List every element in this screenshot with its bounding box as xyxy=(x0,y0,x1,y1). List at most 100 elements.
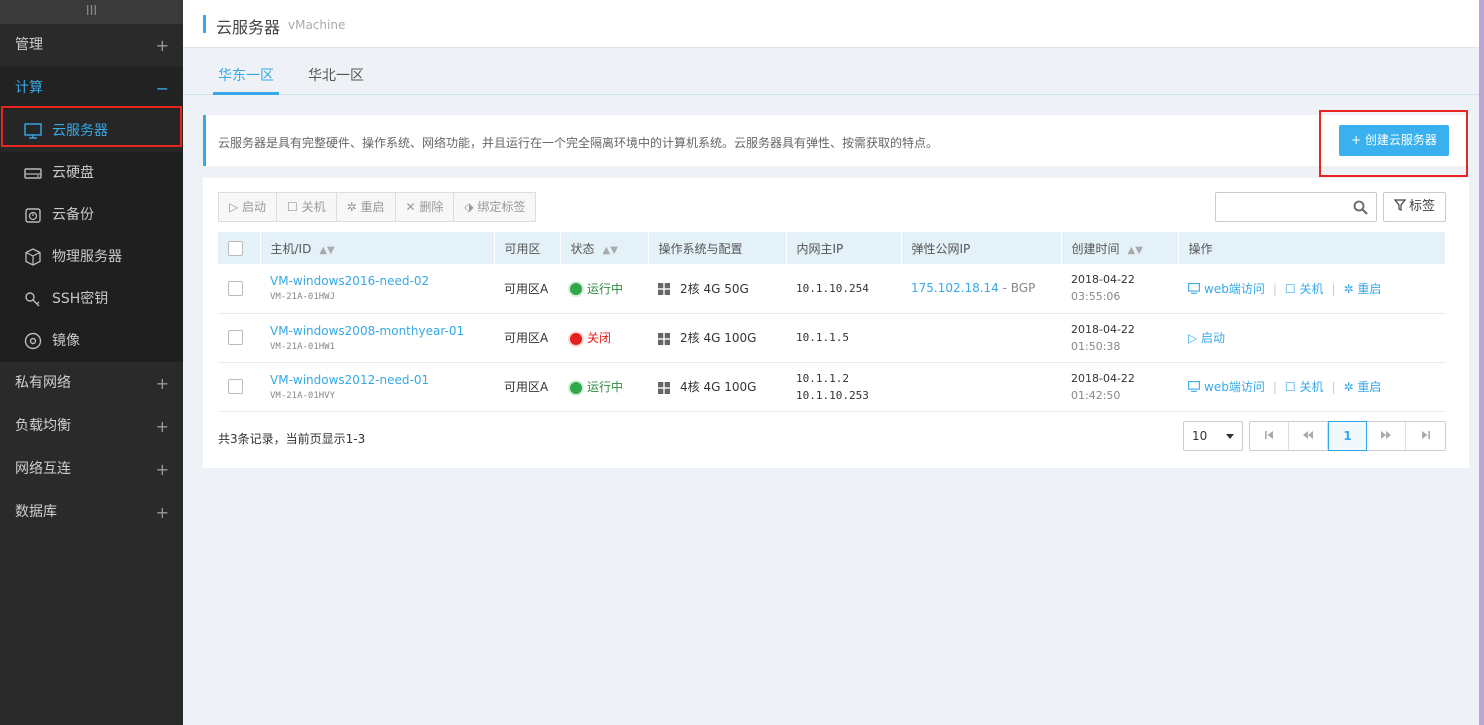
host-id: VM-21A-01HWJ xyxy=(270,292,336,303)
running-status-dot xyxy=(570,381,582,394)
physical-server-icon xyxy=(25,248,41,266)
server-table: 主机/ID ▲▼ 可用区 状态 ▲▼ 操作系统与配置 内网主IP 弹性公网IP 创建… xyxy=(218,232,1446,412)
page-size-select[interactable]: 10 xyxy=(1183,421,1243,451)
chevron-down-icon xyxy=(1226,434,1234,439)
create-server-button[interactable]: + 创建云服务器 xyxy=(1339,125,1449,156)
sidebar-group-manage[interactable]: 管理 + xyxy=(0,24,183,67)
row-restart-button[interactable]: ✲ 重启 xyxy=(1344,282,1382,296)
tag-filter-button[interactable]: 标签 xyxy=(1383,192,1446,222)
expand-icon[interactable]: + xyxy=(156,24,169,67)
monitor-icon xyxy=(24,123,42,139)
sidebar-group-label: 网络互连 xyxy=(15,461,71,477)
info-text: 云服务器是具有完整硬件、操作系统、网络功能，并且运行在一个完全隔离环境中的计算机… xyxy=(218,136,939,150)
sidebar-group-database[interactable]: 数据库 + xyxy=(0,491,183,534)
sidebar-item-image[interactable]: 镜像 xyxy=(0,320,183,362)
created-date: 2018-04-22 xyxy=(1071,371,1135,385)
delete-button[interactable]: ✕ 删除 xyxy=(396,193,455,221)
web-access-button[interactable]: web端访问 xyxy=(1188,282,1265,296)
zone-cell: 可用区A xyxy=(494,264,560,314)
eip-link[interactable]: 175.102.18.14 xyxy=(911,281,999,295)
row-restart-button[interactable]: ✲ 重启 xyxy=(1344,380,1382,394)
last-page-button[interactable] xyxy=(1406,422,1445,450)
page-size-value: 10 xyxy=(1192,429,1208,443)
row-stop-button[interactable]: ☐ 关机 xyxy=(1285,282,1324,296)
expand-icon[interactable]: + xyxy=(156,448,169,491)
tab-north-china-1[interactable]: 华北一区 xyxy=(308,65,364,85)
sidebar-item-ssh-key[interactable]: SSH密钥 xyxy=(0,278,183,320)
collapse-icon[interactable]: − xyxy=(156,67,169,110)
prev-page-button[interactable] xyxy=(1289,422,1328,450)
prev-page-icon xyxy=(1303,431,1313,439)
col-host[interactable]: 主机/ID ▲▼ xyxy=(260,232,495,264)
row-stop-button[interactable]: ☐ 关机 xyxy=(1285,380,1324,394)
col-status[interactable]: 状态 ▲▼ xyxy=(560,232,649,264)
key-icon xyxy=(25,292,40,307)
active-tab-underline xyxy=(213,92,279,95)
web-access-button[interactable]: web端访问 xyxy=(1188,380,1265,394)
sidebar-group-label: 私有网络 xyxy=(15,375,71,391)
sidebar-item-physical-server[interactable]: 物理服务器 xyxy=(0,236,183,278)
web-console-icon xyxy=(1188,282,1200,294)
search-icon[interactable] xyxy=(1353,200,1368,215)
created-time: 01:42:50 xyxy=(1071,388,1121,402)
image-disc-icon xyxy=(24,332,42,350)
expand-icon[interactable]: + xyxy=(156,362,169,405)
search-input[interactable] xyxy=(1216,193,1346,221)
sort-icon[interactable]: ▲▼ xyxy=(319,245,334,256)
sidebar-group-private-network[interactable]: 私有网络 + xyxy=(0,362,183,405)
first-page-icon xyxy=(1265,431,1273,439)
sidebar-group-label: 负载均衡 xyxy=(15,418,71,434)
next-page-button[interactable] xyxy=(1367,422,1406,450)
next-page-icon xyxy=(1381,431,1391,439)
compute-submenu: 云服务器 云硬盘 云备份 物理服务器 SSH密钥 镜像 xyxy=(0,110,183,362)
sidebar-item-label: 云硬盘 xyxy=(52,165,94,181)
created-time: 01:50:38 xyxy=(1071,339,1121,353)
sidebar-group-load-balancer[interactable]: 负载均衡 + xyxy=(0,405,183,448)
table-header-row: 主机/ID ▲▼ 可用区 状态 ▲▼ 操作系统与配置 内网主IP 弹性公网IP 创建… xyxy=(218,232,1446,264)
host-id: VM-21A-01HW1 xyxy=(270,341,336,352)
web-console-icon xyxy=(1188,381,1200,392)
search-box xyxy=(1215,192,1377,222)
row-checkbox[interactable] xyxy=(228,280,243,296)
sidebar-item-cloud-server[interactable]: 云服务器 xyxy=(0,110,183,152)
windows-icon xyxy=(658,283,670,296)
expand-icon[interactable]: + xyxy=(156,491,169,534)
bind-tag-button[interactable]: ⬗ 绑定标签 xyxy=(454,193,535,221)
pagination: 1 xyxy=(1249,421,1446,451)
sidebar-group-compute[interactable]: 计算 − xyxy=(0,67,183,110)
stop-button[interactable]: ☐ 关机 xyxy=(277,193,337,221)
expand-icon[interactable]: + xyxy=(156,405,169,448)
sidebar-group-label: 数据库 xyxy=(15,504,57,520)
created-date: 2018-04-22 xyxy=(1071,273,1135,287)
stopped-status-dot xyxy=(570,332,582,345)
sort-icon[interactable]: ▲▼ xyxy=(603,245,618,256)
sidebar-collapse-handle[interactable]: III xyxy=(0,0,183,24)
host-name-link[interactable]: VM-windows2008-monthyear-01 xyxy=(270,324,494,338)
tag-filter-label: 标签 xyxy=(1408,199,1435,214)
start-button[interactable]: ▷ 启动 xyxy=(219,193,278,221)
first-page-button[interactable] xyxy=(1250,422,1289,450)
select-all-cell xyxy=(218,232,261,264)
restart-button[interactable]: ✲ 重启 xyxy=(337,193,396,221)
row-checkbox[interactable] xyxy=(228,379,243,394)
sort-icon[interactable]: ▲▼ xyxy=(1128,245,1143,256)
row-start-button[interactable]: ▷ 启动 xyxy=(1188,331,1225,345)
col-created[interactable]: 创建时间 ▲▼ xyxy=(1061,232,1179,264)
sidebar-item-cloud-backup[interactable]: 云备份 xyxy=(0,194,183,236)
tab-east-china-1[interactable]: 华东一区 xyxy=(218,65,274,85)
sidebar-group-label: 管理 xyxy=(15,37,43,53)
backup-icon xyxy=(25,208,41,223)
windows-icon xyxy=(658,381,670,394)
status-text: 运行中 xyxy=(587,281,624,296)
sidebar-group-interconnect[interactable]: 网络互连 + xyxy=(0,448,183,491)
page-number-button[interactable]: 1 xyxy=(1328,421,1367,451)
col-private-ip: 内网主IP xyxy=(786,232,902,264)
row-checkbox[interactable] xyxy=(228,330,243,345)
host-name-link[interactable]: VM-windows2012-need-01 xyxy=(270,373,494,387)
record-summary: 共3条记录，当前页显示1-3 xyxy=(218,432,366,446)
host-name-link[interactable]: VM-windows2016-need-02 xyxy=(270,274,494,288)
info-banner: 云服务器是具有完整硬件、操作系统、网络功能，并且运行在一个完全隔离环境中的计算机… xyxy=(203,115,1469,166)
page-header: 云服务器 vMachine xyxy=(183,0,1479,48)
sidebar-item-cloud-disk[interactable]: 云硬盘 xyxy=(0,152,183,194)
select-all-checkbox[interactable] xyxy=(228,240,243,256)
